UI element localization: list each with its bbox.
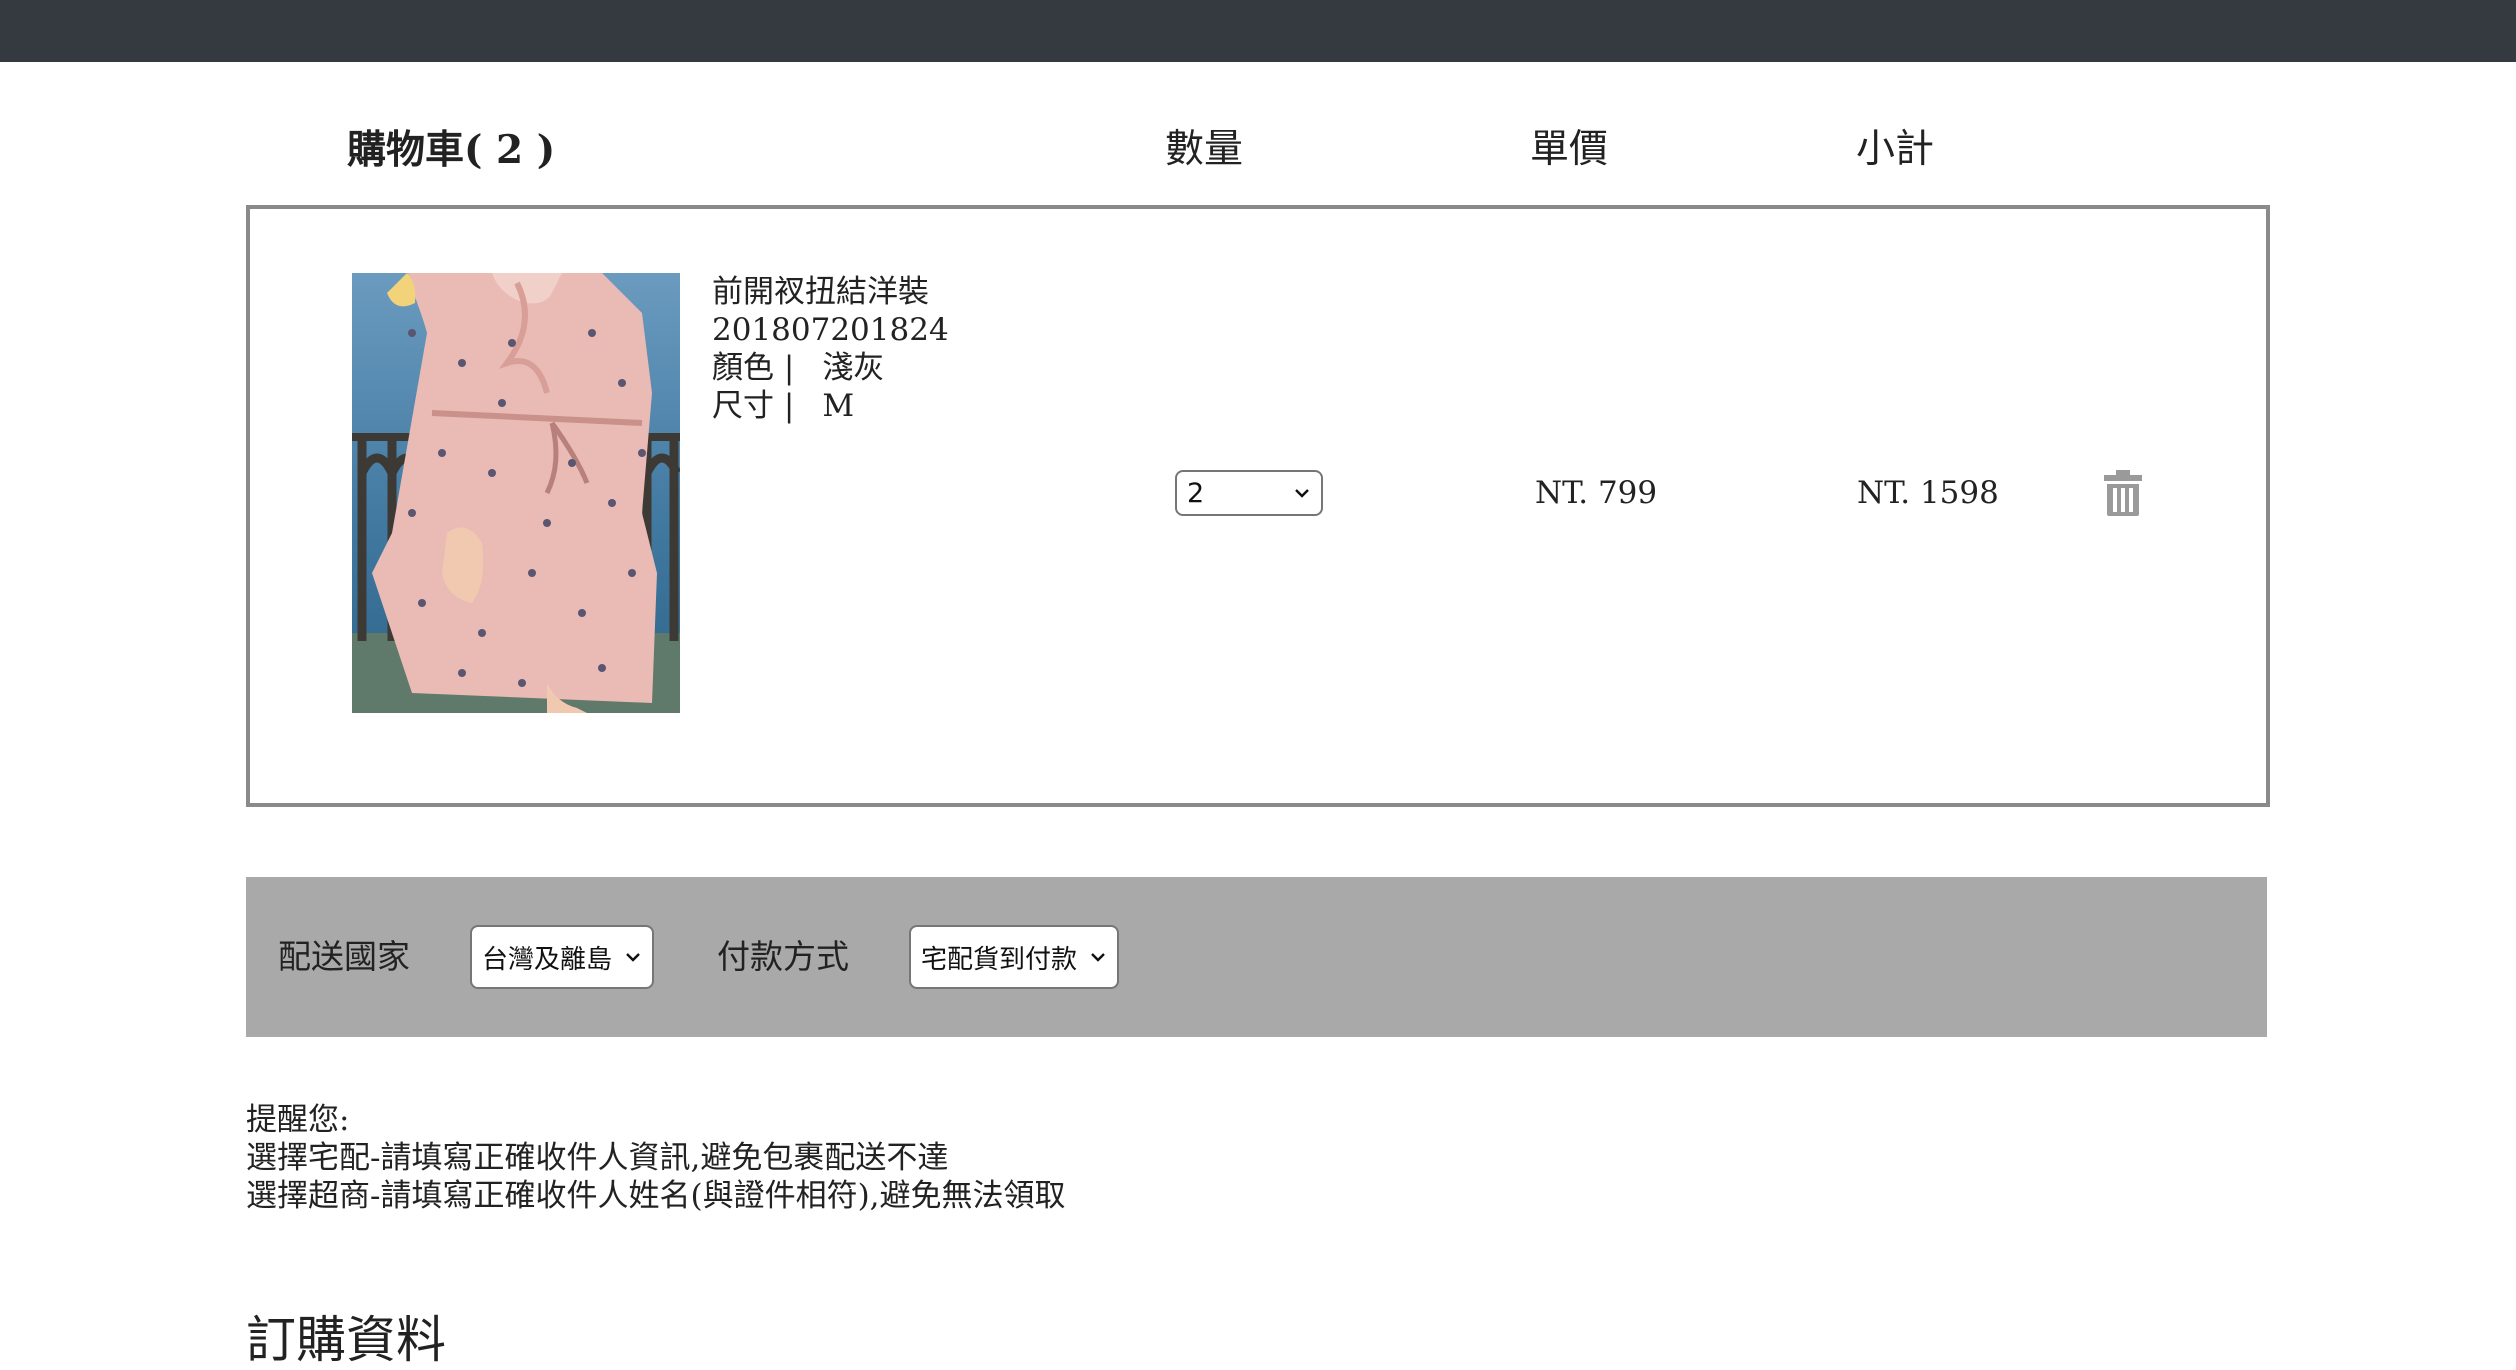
product-color: 顏色 | 淺灰 xyxy=(712,349,884,387)
product-size-label: 尺寸 | xyxy=(712,388,795,424)
product-color-label: 顏色 | xyxy=(712,350,795,386)
payment-method-select[interactable]: 宅配貨到付款 xyxy=(909,925,1119,989)
payment-method-value: 宅配貨到付款 xyxy=(921,944,1078,975)
shipping-country-label: 配送國家 xyxy=(278,937,410,976)
column-header-subtotal: 小計 xyxy=(1856,127,1935,172)
chevron-down-icon xyxy=(626,953,640,962)
column-header-unit-price: 單價 xyxy=(1530,127,1609,172)
quantity-select-value: 2 xyxy=(1187,477,1205,509)
payment-method-label: 付款方式 xyxy=(717,937,849,976)
quantity-select[interactable]: 2 xyxy=(1175,470,1323,516)
product-size: 尺寸 | M xyxy=(712,387,854,425)
unit-price: NT. 799 xyxy=(1535,475,1658,511)
subtotal: NT. 1598 xyxy=(1857,475,1999,511)
product-color-value: 淺灰 xyxy=(822,350,885,386)
shipping-country-select[interactable]: 台灣及離島 xyxy=(470,925,654,989)
trash-icon[interactable] xyxy=(2103,470,2143,516)
product-code: 201807201824 xyxy=(712,312,949,348)
notice-line-store-pickup: 選擇超商-請填寫正確收件人姓名(與證件相符),避免無法領取 xyxy=(246,1178,1066,1214)
chevron-down-icon xyxy=(1295,489,1309,498)
notice-title: 提醒您: xyxy=(246,1102,350,1138)
column-header-quantity: 數量 xyxy=(1165,127,1244,172)
shipping-country-value: 台灣及離島 xyxy=(482,944,613,975)
product-name[interactable]: 前開衩扭結洋裝 xyxy=(712,273,929,311)
top-navbar xyxy=(0,0,2516,62)
order-info-title: 訂購資料 xyxy=(246,1311,446,1369)
chevron-down-icon xyxy=(1091,953,1105,962)
cart-title: 購物車( 2 ) xyxy=(347,127,556,173)
product-image[interactable] xyxy=(352,273,680,713)
notice-line-delivery: 選擇宅配-請填寫正確收件人資訊,避免包裹配送不達 xyxy=(246,1140,949,1176)
product-size-value: M xyxy=(822,388,855,424)
